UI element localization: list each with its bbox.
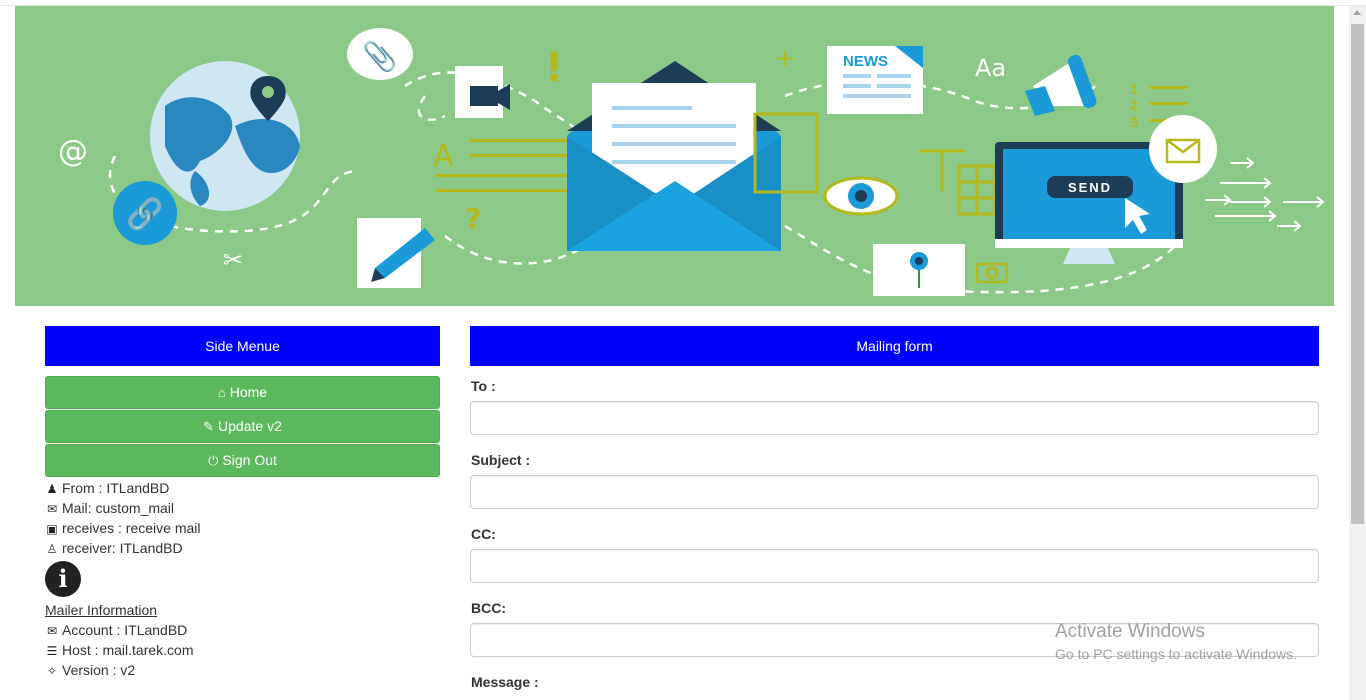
mail-info: ✉ Mail: custom_mail — [45, 498, 174, 518]
home-button-label: Home — [229, 384, 268, 400]
svg-text:3: 3 — [1130, 114, 1138, 130]
power-icon: ⏻ — [208, 453, 219, 468]
puzzle-icon: ✧ — [46, 664, 58, 678]
font-size-icon: Aa — [975, 54, 1006, 82]
exclamation-icon: ! — [545, 45, 563, 91]
svg-text:🔗: 🔗 — [126, 195, 163, 232]
mailing-form-header: Mailing form — [470, 326, 1319, 366]
from-info-text: From : ITLandBD — [62, 480, 170, 496]
svg-text:NEWS: NEWS — [843, 53, 888, 70]
sign-out-button-label: Sign Out — [222, 452, 277, 468]
cc-label: CC: — [471, 526, 496, 542]
subject-label: Subject : — [471, 452, 531, 468]
from-info: ♟ From : ITLandBD — [45, 478, 170, 498]
page-scrollbar[interactable] — [1349, 6, 1366, 700]
bcc-input[interactable] — [470, 623, 1319, 657]
banner-illustration: 🔗 @ ✂ 📎 ! + A ? NEWS Aa 1 2 3 SEND — [58, 28, 1325, 296]
to-input[interactable] — [470, 401, 1319, 435]
info-circle-icon: i — [45, 561, 81, 597]
scissors-icon: ✂ — [223, 246, 243, 274]
inbox-icon: ▣ — [46, 522, 58, 536]
send-label: SEND — [1068, 180, 1112, 195]
arrows-icon — [1205, 157, 1325, 232]
megaphone-icon — [1025, 54, 1097, 116]
message-label: Message : — [471, 674, 539, 690]
subject-input[interactable] — [470, 475, 1319, 509]
side-menu-title: Side Menue — [205, 338, 280, 354]
table-icon — [920, 149, 997, 216]
video-file-icon — [455, 66, 510, 118]
pencil-doc-icon — [357, 218, 435, 288]
version-info-text: Version : v2 — [62, 662, 136, 678]
update-button-label: Update v2 — [218, 418, 282, 434]
host-info-text: Host : mail.tarek.com — [62, 642, 194, 658]
svg-text:1: 1 — [1130, 81, 1138, 97]
edit-icon: ✎ — [203, 419, 215, 434]
home-icon: ⌂ — [217, 385, 226, 400]
version-info: ✧ Version : v2 — [45, 660, 135, 680]
envelope-icon: ✉ — [46, 502, 58, 516]
receiver-info: ♙ receiver: ITLandBD — [45, 538, 183, 558]
account-info-text: Account : ITLandBD — [62, 622, 188, 638]
camera-icon — [975, 262, 1009, 284]
flower-image-icon — [873, 244, 965, 296]
mailing-form-title: Mailing form — [856, 338, 933, 354]
cc-input[interactable] — [470, 549, 1319, 583]
side-menu-header: Side Menue — [45, 326, 440, 366]
account-info: ✉ Account : ITLandBD — [45, 620, 187, 640]
user-outline-icon: ♙ — [46, 542, 58, 556]
plus-icon: + — [775, 44, 795, 72]
header-banner: 🔗 @ ✂ 📎 ! + A ? NEWS Aa 1 2 3 SEND — [15, 6, 1334, 306]
receiver-info-text: receiver: ITLandBD — [62, 540, 183, 556]
scroll-up-icon[interactable] — [1353, 10, 1361, 15]
receives-info-text: receives : receive mail — [62, 520, 201, 536]
mailer-information-link[interactable]: Mailer Information — [45, 600, 157, 620]
to-label: To : — [471, 378, 496, 394]
bcc-label: BCC: — [471, 600, 506, 616]
at-icon: @ — [58, 134, 88, 169]
server-icon: ☰ — [46, 644, 58, 658]
receives-info: ▣ receives : receive mail — [45, 518, 201, 538]
envelope-icon: ✉ — [46, 624, 58, 638]
envelope-illustration — [567, 61, 781, 251]
user-icon: ♟ — [46, 482, 58, 496]
question-icon: ? — [465, 202, 481, 235]
text-lines-icon: A — [433, 139, 575, 192]
host-info: ☰ Host : mail.tarek.com — [45, 640, 194, 660]
scrollbar-thumb[interactable] — [1351, 24, 1364, 524]
envelope-bubble-icon — [1149, 115, 1217, 183]
paperclip-icon: 📎 — [347, 28, 413, 80]
mail-info-text: Mail: custom_mail — [62, 500, 175, 516]
newspaper-icon: NEWS — [827, 46, 923, 114]
link-icon: 🔗 — [113, 181, 177, 245]
sign-out-button[interactable]: ⏻ Sign Out — [45, 444, 440, 477]
update-button[interactable]: ✎ Update v2 — [45, 410, 440, 443]
svg-text:📎: 📎 — [363, 39, 398, 73]
svg-text:2: 2 — [1130, 97, 1138, 113]
home-button[interactable]: ⌂ Home — [45, 376, 440, 409]
svg-text:A: A — [433, 139, 454, 174]
eye-icon — [823, 176, 899, 216]
